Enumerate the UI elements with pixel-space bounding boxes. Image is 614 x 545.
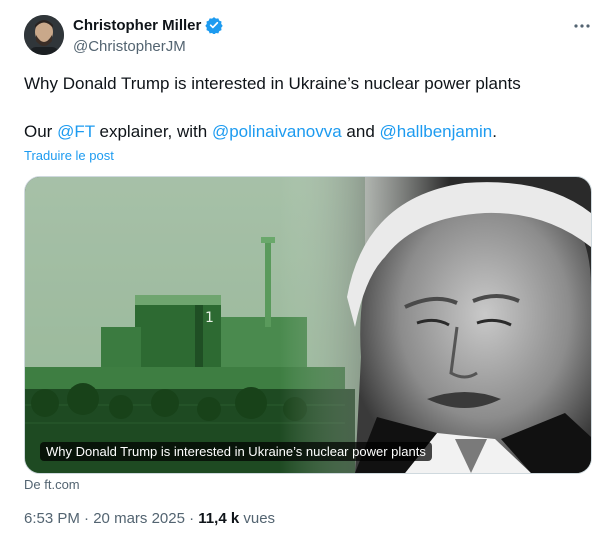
card-source-link[interactable]: De ft.com	[24, 477, 80, 492]
text-fragment: and	[341, 122, 380, 141]
avatar[interactable]	[24, 15, 64, 55]
card-image: 1	[25, 177, 591, 473]
more-horizontal-icon[interactable]	[572, 16, 592, 36]
tweet-time[interactable]: 6:53 PM	[24, 510, 80, 527]
tweet-text: Why Donald Trump is interested in Ukrain…	[24, 72, 584, 144]
translate-post-link[interactable]: Traduire le post	[24, 148, 114, 163]
tweet-date[interactable]: 20 mars 2025	[93, 510, 185, 527]
link-card[interactable]: 1	[24, 176, 592, 474]
views-label: vues	[239, 510, 276, 527]
author-name[interactable]: Christopher Miller	[73, 17, 201, 34]
mention-polina-link[interactable]: @polinaivanovva	[212, 122, 342, 141]
text-fragment: Our	[24, 122, 58, 141]
tweet-text-line2: Our @FT explainer, with @polinaivanovva …	[24, 120, 584, 144]
tweet: Christopher Miller @ChristopherJM Why Do…	[0, 0, 614, 545]
verified-badge-icon	[205, 16, 224, 35]
meta-separator: ·	[79, 510, 94, 527]
text-fragment: explainer, with	[94, 122, 212, 141]
tweet-text-line1: Why Donald Trump is interested in Ukrain…	[24, 74, 521, 93]
author-handle[interactable]: @ChristopherJM	[73, 38, 186, 55]
text-fragment: .	[492, 122, 497, 141]
tweet-meta: 6:53 PM · 20 mars 2025 · 11,4 k vues	[24, 510, 275, 527]
meta-separator: ·	[184, 510, 199, 527]
mention-ft-link[interactable]: @FT	[57, 122, 95, 141]
mention-hall-link[interactable]: @hallbenjamin	[380, 122, 493, 141]
views-count: 11,4 k	[198, 510, 240, 527]
author-name-row: Christopher Miller	[73, 16, 224, 35]
card-title: Why Donald Trump is interested in Ukrain…	[40, 442, 432, 461]
